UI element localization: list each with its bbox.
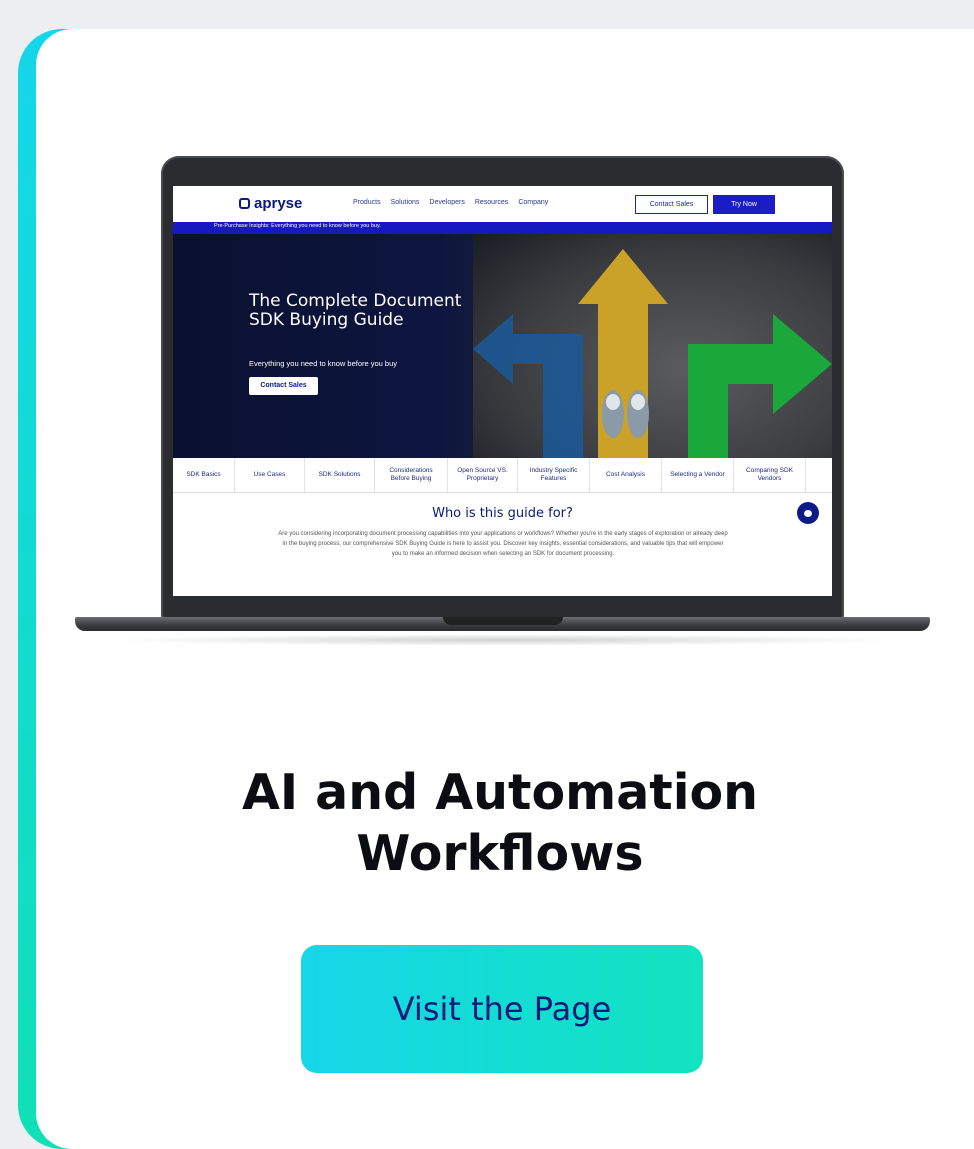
chat-icon xyxy=(797,502,819,524)
hero-contact-sales-button: Contact Sales xyxy=(249,377,318,395)
hero-title: The Complete Document SDK Buying Guide xyxy=(249,291,462,330)
section-title: Who is this guide for? xyxy=(432,506,573,521)
arrows-illustration xyxy=(473,249,832,458)
site-nav: apryse Products Solutions Developers Res… xyxy=(173,186,832,222)
nav-item-solutions: Solutions xyxy=(390,199,420,206)
hero-subtitle: Everything you need to know before you b… xyxy=(249,359,398,368)
laptop-mockup: apryse Products Solutions Developers Res… xyxy=(75,156,930,646)
logo-text: apryse xyxy=(254,195,303,212)
tab-open-source: Open Source VS. Proprietary xyxy=(448,458,518,492)
nav-item-products: Products xyxy=(353,199,381,206)
tab-sdk-solutions: SDK Solutions xyxy=(305,458,375,492)
site-banner: Pre-Purchase Insights: Everything you ne… xyxy=(173,222,832,234)
guide-tabs: SDK Basics Use Cases SDK Solutions Consi… xyxy=(173,458,832,493)
site-hero: The Complete Document SDK Buying Guide E… xyxy=(173,234,832,458)
tab-comparing-vendors: Comparing SDK Vendors xyxy=(734,458,806,492)
laptop-shadow xyxy=(105,634,900,646)
nav-item-developers: Developers xyxy=(429,199,465,206)
nav-links: Products Solutions Developers Resources … xyxy=(353,199,548,206)
laptop-screen: apryse Products Solutions Developers Res… xyxy=(173,186,832,596)
tab-industry-features: Industry Specific Features xyxy=(518,458,590,492)
visit-page-button[interactable]: Visit the Page xyxy=(301,945,703,1073)
tab-use-cases: Use Cases xyxy=(235,458,305,492)
nav-item-resources: Resources xyxy=(474,199,509,206)
site-contact-sales-button: Contact Sales xyxy=(635,195,708,214)
site-logo: apryse xyxy=(239,195,302,212)
laptop-notch xyxy=(443,617,563,625)
nav-item-company: Company xyxy=(518,199,549,206)
banner-text: Pre-Purchase Insights: Everything you ne… xyxy=(214,223,381,229)
tab-selecting-vendor: Selecting a Vendor xyxy=(662,458,734,492)
hero-road-image xyxy=(473,234,832,458)
card-title: AI and Automation Workflows xyxy=(241,764,759,882)
site-try-now-button: Try Now xyxy=(713,195,775,214)
tab-considerations: Considerations Before Buying xyxy=(375,458,448,492)
logo-icon xyxy=(239,198,250,209)
tab-sdk-basics: SDK Basics xyxy=(173,458,235,492)
tab-cost-analysis: Cost Analysis xyxy=(590,458,662,492)
section-body: Are you considering incorporating docume… xyxy=(278,531,728,557)
